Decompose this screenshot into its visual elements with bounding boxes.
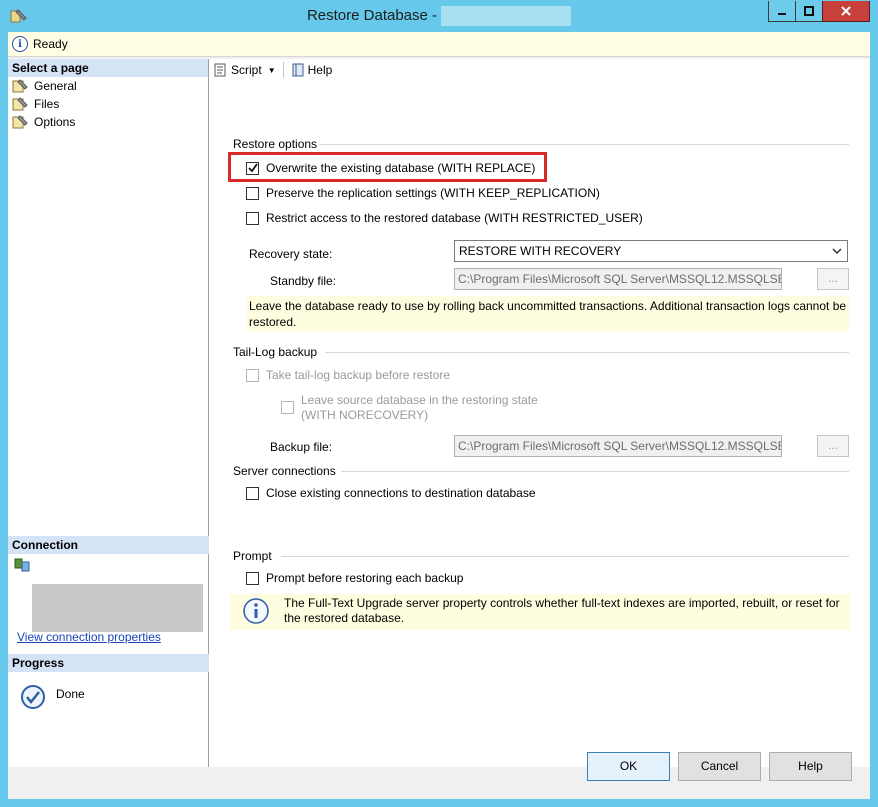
info-icon: i [12,36,28,52]
take-tail-log-checkbox[interactable] [246,368,259,382]
sidebar-item-general[interactable]: General [8,77,208,95]
cancel-button[interactable]: Cancel [678,752,761,781]
backup-browse-button[interactable]: ... [817,435,849,457]
recovery-state-dropdown[interactable]: RESTORE WITH RECOVERY [454,240,848,262]
sidebar-item-label: General [34,79,77,93]
chevron-down-icon [832,248,842,255]
overwrite-option[interactable]: Overwrite the existing database (WITH RE… [246,161,535,175]
divider [319,144,849,145]
sidebar-item-label: Files [34,97,60,111]
page-wrench-icon [12,115,28,129]
restore-options-header: Restore options [233,137,318,151]
progress-header: Progress [8,654,212,672]
status-bar: i Ready [8,32,870,57]
info-icon [243,598,269,624]
prompt-before-option[interactable]: Prompt before restoring each backup [246,571,463,585]
status-text: Ready [33,37,68,51]
take-tail-log-option[interactable]: Take tail-log backup before restore [246,368,450,382]
script-button[interactable]: Script ▼ [209,60,280,80]
close-connections-label: Close existing connections to destinatio… [266,486,536,500]
server-connection-icon [14,558,30,572]
minimize-button[interactable] [768,1,796,22]
backup-file-field[interactable]: C:\Program Files\Microsoft SQL Server\MS… [454,435,782,457]
recovery-state-label: Recovery state: [249,247,333,261]
select-page-header: Select a page [8,59,208,77]
close-connections-checkbox[interactable] [246,486,259,500]
script-icon [214,63,226,77]
sidebar-item-options[interactable]: Options [8,113,208,131]
divider [281,556,849,557]
preserve-replication-option[interactable]: Preserve the replication settings (WITH … [246,186,600,200]
fulltext-note-text: The Full-Text Upgrade server property co… [284,596,840,625]
window-title: Restore Database - [0,6,878,26]
take-tail-log-label: Take tail-log backup before restore [266,368,451,382]
help-label: Help [307,63,333,77]
standby-browse-button[interactable]: ... [817,268,849,290]
overwrite-label: Overwrite the existing database (WITH RE… [266,161,536,175]
connection-info-redacted [32,584,203,632]
leave-source-sublabel: (WITH NORECOVERY) [301,408,429,422]
fulltext-note: The Full-Text Upgrade server property co… [230,594,850,630]
sidebar-item-label: Options [34,115,76,129]
preserve-replication-checkbox[interactable] [246,186,259,200]
dialog-client: i Ready Select a page General Files Opti… [8,32,870,799]
progress-status: Done [56,687,85,701]
title-bar[interactable]: Restore Database - [0,0,878,32]
restrict-access-checkbox[interactable] [246,211,259,225]
standby-file-field[interactable]: C:\Program Files\Microsoft SQL Server\MS… [454,268,782,290]
prompt-header: Prompt [233,549,272,563]
sidebar-item-files[interactable]: Files [8,95,208,113]
options-page: Script ▼ Help Restore options Overwrite … [209,59,870,767]
tail-log-header: Tail-Log backup [233,345,318,359]
close-button[interactable] [822,1,870,22]
view-connection-properties-link[interactable]: View connection properties [17,630,161,644]
recovery-note: Leave the database ready to use by rolli… [247,296,849,332]
toolbar-separator [282,62,284,78]
ok-button[interactable]: OK [587,752,670,781]
help-button[interactable]: Help [287,60,337,80]
page-selector: Select a page General Files Options [8,59,208,539]
preserve-replication-label: Preserve the replication settings (WITH … [266,186,600,200]
maximize-icon [804,6,814,16]
checkmark-icon [247,163,258,173]
leave-source-option[interactable]: Leave source database in the restoring s… [281,393,538,423]
connection-header: Connection [8,536,212,554]
prompt-before-label: Prompt before restoring each backup [266,571,464,585]
recovery-state-value: RESTORE WITH RECOVERY [459,244,622,258]
page-wrench-icon [12,97,28,111]
divider [341,471,849,472]
toolbar: Script ▼ Help [209,59,870,81]
help-book-icon [292,63,304,77]
overwrite-checkbox[interactable] [246,161,259,175]
leave-source-checkbox[interactable] [281,401,294,414]
page-wrench-icon [12,79,28,93]
leave-source-label: Leave source database in the restoring s… [301,393,538,407]
server-connections-header: Server connections [233,464,336,478]
minimize-icon [778,13,786,15]
divider [325,352,849,353]
left-panel: Select a page General Files Options Conn… [8,59,212,767]
chevron-down-icon[interactable]: ▼ [268,66,276,75]
checkmark-done-icon [21,685,45,709]
script-label: Script [231,63,262,77]
restrict-access-label: Restrict access to the restored database… [266,211,643,225]
restore-database-window: Restore Database - i Ready Select a page [0,0,878,807]
title-redacted [441,6,572,26]
dialog-button-bar: OK Cancel Help [8,752,870,799]
standby-file-label: Standby file: [270,274,337,288]
progress-box: Done [8,672,208,767]
backup-file-label: Backup file: [270,440,333,454]
close-connections-option[interactable]: Close existing connections to destinatio… [246,486,536,500]
help-dialog-button[interactable]: Help [769,752,852,781]
close-icon [841,6,851,16]
prompt-before-checkbox[interactable] [246,571,259,585]
restrict-access-option[interactable]: Restrict access to the restored database… [246,211,643,225]
maximize-button[interactable] [795,1,823,22]
